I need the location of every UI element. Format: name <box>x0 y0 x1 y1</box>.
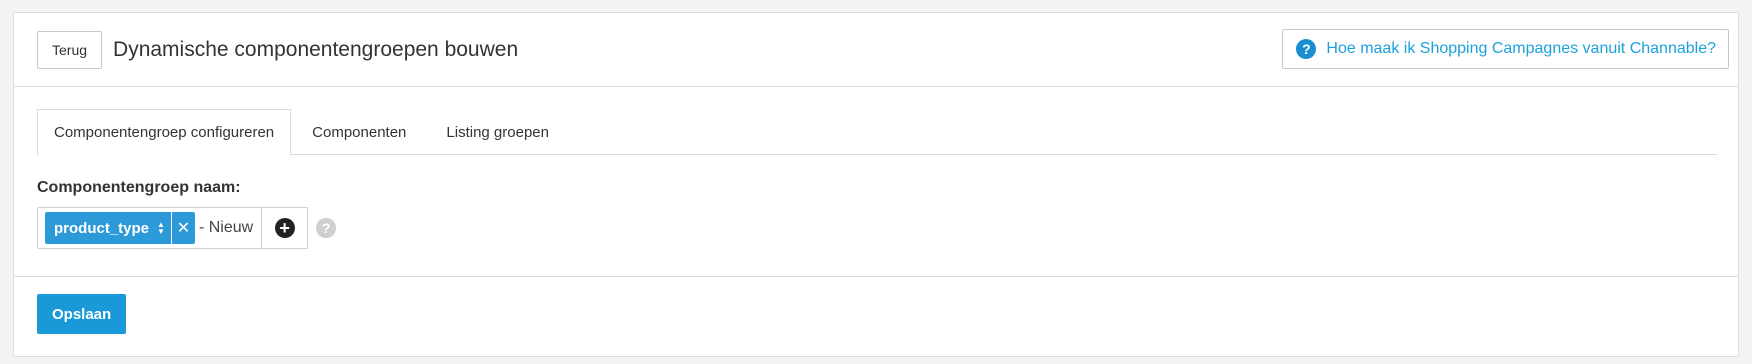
panel-header: Terug Dynamische componentengroepen bouw… <box>14 13 1738 87</box>
group-name-input[interactable]: product_type ▲ ▼ ✕ - Nieuw + <box>37 207 309 249</box>
group-name-label: Componentengroep naam: <box>37 179 241 196</box>
save-button[interactable]: Opslaan <box>37 294 127 334</box>
tag-select[interactable]: product_type ▲ ▼ <box>45 212 171 244</box>
question-circle-icon: ? <box>1296 39 1317 59</box>
tag-container: product_type ▲ ▼ ✕ - Nieuw <box>38 208 261 248</box>
plus-circle-icon: + <box>274 218 295 238</box>
add-component-button[interactable]: + <box>261 208 307 248</box>
question-circle-icon[interactable]: ? <box>316 218 337 238</box>
back-button[interactable]: Terug <box>37 30 103 69</box>
close-icon[interactable]: ✕ <box>170 212 195 244</box>
page-title: Dynamische componentengroepen bouwen <box>113 37 519 61</box>
component-tag: product_type ▲ ▼ ✕ <box>45 212 195 244</box>
tab-configure[interactable]: Componentengroep configureren <box>37 109 292 156</box>
panel-footer: Opslaan <box>14 277 1738 351</box>
help-link[interactable]: ? Hoe maak ik Shopping Campagnes vanuit … <box>1282 29 1729 69</box>
main-panel: Terug Dynamische componentengroepen bouw… <box>13 12 1739 357</box>
tab-components[interactable]: Componenten <box>295 109 423 155</box>
sort-icon: ▲ ▼ <box>157 220 165 236</box>
group-name-field: product_type ▲ ▼ ✕ - Nieuw + ? <box>37 207 1715 249</box>
tab-label: Componentengroep configureren <box>54 124 275 141</box>
tab-label: Componenten <box>312 124 407 141</box>
tab-bar: Componentengroep configureren Componente… <box>37 109 1717 156</box>
tab-listing-groups[interactable]: Listing groepen <box>429 109 566 155</box>
help-link-label: Hoe maak ik Shopping Campagnes vanuit Ch… <box>1326 40 1716 57</box>
tag-label: product_type <box>54 219 150 237</box>
tag-suffix: - Nieuw <box>198 219 254 236</box>
panel-body: Componentengroep configureren Componente… <box>14 87 1738 277</box>
tab-label: Listing groepen <box>446 124 549 141</box>
